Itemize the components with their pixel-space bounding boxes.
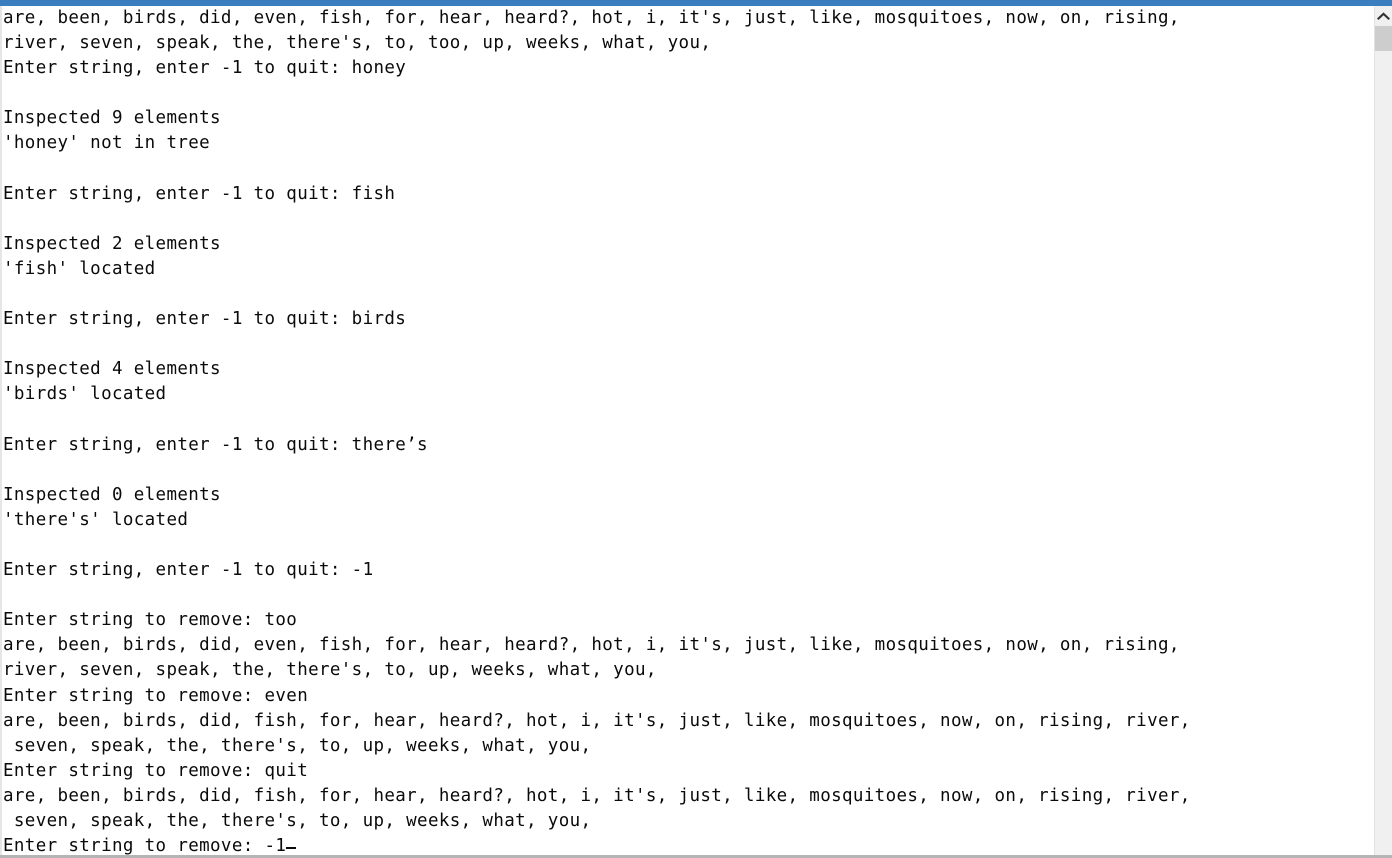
console-line: 'fish' located: [3, 258, 156, 279]
text-cursor: [286, 847, 297, 850]
console-line: Enter string, enter -1 to quit: there’s: [3, 434, 428, 455]
console-line: Enter string, enter -1 to quit: -1: [3, 560, 374, 581]
console-line: are, been, birds, did, fish, for, hear, …: [3, 785, 1191, 806]
scrollbar-track[interactable]: [1375, 51, 1392, 855]
scrollbar-thumb[interactable]: [1375, 26, 1392, 51]
console-line: Inspected 2 elements: [3, 233, 221, 254]
console-line-list: are, been, birds, did, even, fish, for, …: [2, 6, 1191, 855]
console-line: river, seven, speak, the, there's, to, t…: [3, 33, 712, 54]
console-line: 'there's' located: [3, 509, 189, 530]
console-line: Enter string to remove: quit: [3, 760, 309, 781]
scroll-up-button[interactable]: [1375, 6, 1392, 26]
console-line: are, been, birds, did, even, fish, for, …: [3, 8, 1180, 28]
console-line: seven, speak, the, there's, to, up, week…: [3, 735, 592, 756]
console-line: Inspected 0 elements: [3, 484, 221, 505]
chevron-up-icon: [1377, 11, 1390, 21]
console-line: Enter string, enter -1 to quit: fish: [3, 183, 396, 204]
console-line: Enter string, enter -1 to quit: honey: [3, 58, 407, 79]
console-line: Enter string, enter -1 to quit: birds: [3, 309, 407, 330]
console-line: are, been, birds, did, fish, for, hear, …: [3, 710, 1191, 731]
console-line: Enter string to remove: -1: [2, 834, 1191, 855]
console-line: Inspected 4 elements: [3, 359, 221, 380]
console-line: Inspected 9 elements: [3, 108, 221, 129]
console-line: 'honey' not in tree: [3, 133, 211, 154]
console-line: 'birds' located: [3, 384, 167, 405]
vertical-scrollbar[interactable]: [1374, 6, 1392, 855]
console-line: are, been, birds, did, even, fish, for, …: [3, 635, 1180, 656]
console-window: are, been, birds, did, even, fish, for, …: [0, 0, 1392, 858]
console-line: Enter string to remove: too: [3, 610, 298, 631]
console-line: seven, speak, the, there's, to, up, week…: [3, 811, 592, 831]
console-line: river, seven, speak, the, there's, to, u…: [3, 660, 657, 681]
console-line: Enter string to remove: even: [3, 685, 309, 706]
console-output-area[interactable]: are, been, birds, did, even, fish, for, …: [2, 6, 1374, 855]
